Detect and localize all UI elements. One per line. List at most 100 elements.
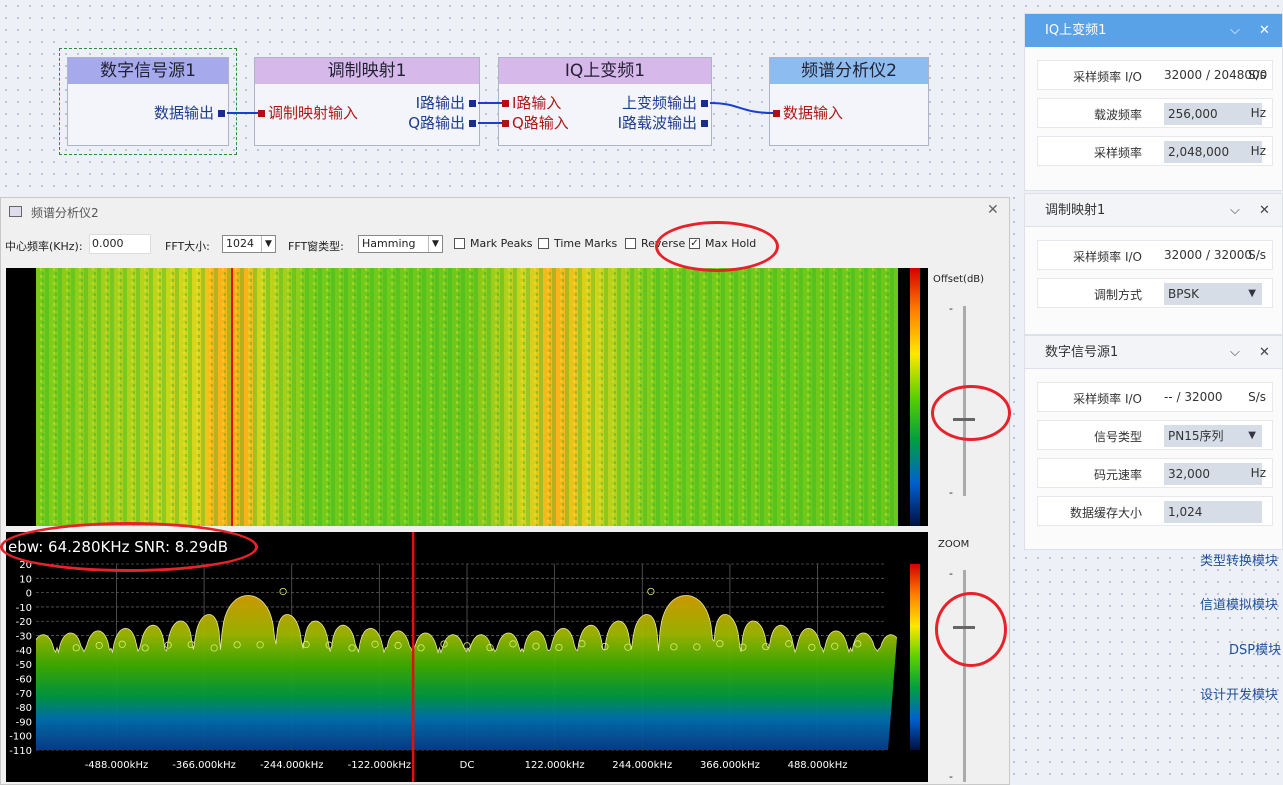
panel-modulation-map: 调制映射1 ⌵ ✕ 采样频率 I/O 32000 / 32000 S/s 调制方… [1024,193,1283,335]
x-tick-label: -244.000kHz [260,760,324,771]
close-icon[interactable]: ✕ [1259,194,1270,227]
sample-rate-input[interactable]: 2,048,000 [1164,141,1262,163]
center-freq-value: 0.000 [92,237,124,250]
panel-iq-upconverter: IQ上变频1 ⌵ ✕ 采样频率 I/O 32000 / 2048000 S/s … [1024,13,1283,191]
chevron-down-icon[interactable]: ⌵ [1230,336,1240,369]
panel-header[interactable]: IQ上变频1 ⌵ ✕ [1025,14,1282,47]
prop-label: 数据缓存大小 [1069,506,1142,520]
fft-size-value: 1024 [226,237,254,250]
zoom-tick-top: - [949,567,953,580]
close-icon[interactable]: ✕ [987,202,999,218]
panel-header[interactable]: 调制映射1 ⌵ ✕ [1025,194,1282,227]
y-tick-label: 10 [19,574,32,585]
module-type-conversion[interactable]: 类型转换模块 [1200,550,1278,569]
modulation-value: BPSK [1168,287,1199,301]
y-tick-label: -20 [16,617,32,628]
y-tick-label: -50 [16,660,32,671]
prop-unit: Hz [1250,144,1266,158]
y-tick-label: -60 [16,674,32,685]
prop-value: 32000 / 32000 [1164,248,1253,262]
prop-row: 码元速率 32,000 Hz [1037,458,1273,488]
prop-label: 采样频率 [1093,146,1142,160]
chevron-down-icon: ▼ [261,236,275,252]
flow-connections [227,102,774,124]
prop-label: 调制方式 [1093,288,1142,302]
symbol-rate-input[interactable]: 32,000 [1164,463,1262,485]
offset-label: Offset(dB) [933,274,985,285]
prop-unit: S/s [1248,248,1266,262]
close-icon[interactable]: ✕ [1259,14,1270,47]
spectrum-fill [36,595,897,750]
window-title: 频谱分析仪2 [31,206,99,220]
panel-header[interactable]: 数字信号源1 ⌵ ✕ [1025,336,1282,369]
prop-row: 调制方式 BPSK ▼ [1037,278,1273,308]
prop-label: 采样频率 I/O [1073,250,1142,264]
module-dsp[interactable]: DSP模块 [1229,639,1281,658]
prop-row: 信号类型 PN15序列 ▼ [1037,420,1273,450]
fft-size-label: FFT大小: [165,240,210,253]
prop-label: 信号类型 [1093,430,1142,444]
center-freq-input[interactable]: 0.000 [89,234,151,254]
y-tick-label: -40 [16,646,32,657]
center-freq-label: 中心频率(KHz): [5,240,83,253]
mark-peaks-checkbox[interactable] [454,238,465,249]
prop-label: 码元速率 [1093,468,1142,482]
prop-row: 载波频率 256,000 Hz [1037,98,1273,128]
y-tick-label: -30 [16,632,32,643]
x-tick-label: 488.000kHz [788,760,848,771]
prop-row: 采样频率 I/O -- / 32000 S/s [1037,382,1273,412]
panel-title: 调制映射1 [1045,203,1106,218]
waterfall-display[interactable] [6,268,928,526]
time-marks-checkbox[interactable] [538,238,549,249]
waterfall-plot [36,268,898,526]
prop-value: -- / 32000 [1164,390,1223,404]
prop-row: 采样频率 I/O 32000 / 2048000 S/s [1037,60,1273,90]
close-icon[interactable]: ✕ [1259,336,1270,369]
max-hold-marker [279,587,287,596]
zoom-tick-bottom: - [949,770,953,783]
annotation-offset-slider [931,385,1011,441]
fft-window-select[interactable]: Hamming ▼ [358,235,443,253]
x-tick-label: 366.000kHz [700,760,760,771]
chevron-down-icon[interactable]: ⌵ [1230,194,1240,227]
prop-label: 采样频率 I/O [1073,392,1142,406]
module-channel-sim[interactable]: 信道模拟模块 [1200,594,1278,613]
y-tick-label: -100 [9,732,32,743]
signal-type-select[interactable]: PN15序列 ▼ [1164,425,1262,447]
x-tick-label: 122.000kHz [525,760,585,771]
module-design-dev[interactable]: 设计开发模块 [1200,684,1278,703]
fft-window-value: Hamming [362,237,416,250]
fft-size-select[interactable]: 1024 ▼ [222,235,276,253]
buffer-size-input[interactable]: 1,024 [1164,501,1262,523]
chevron-down-icon: ▼ [1248,430,1256,441]
y-tick-label: -110 [9,746,32,757]
prop-row: 采样频率 2,048,000 Hz [1037,136,1273,166]
zoom-label: ZOOM [938,539,970,550]
y-tick-label: -90 [16,717,32,728]
prop-label: 载波频率 [1093,108,1142,122]
chevron-down-icon[interactable]: ⌵ [1230,14,1240,47]
spectrum-colorbar [910,564,920,750]
fft-window-label: FFT窗类型: [288,240,344,253]
spectrum-analyzer-window: 频谱分析仪2 ✕ 中心频率(KHz): 0.000 FFT大小: 1024 ▼ F… [0,197,1010,785]
reverse-checkbox[interactable] [625,238,636,249]
chevron-down-icon: ▼ [1248,288,1256,299]
annotation-measurement [0,522,258,572]
x-tick-label: -122.000kHz [348,760,412,771]
prop-label: 采样频率 I/O [1073,70,1142,84]
waterfall-colorbar [910,268,920,526]
y-tick-label: -10 [16,603,32,614]
wire-upconvert-to-analyzer [709,102,774,114]
mark-peaks-label: Mark Peaks [470,237,533,250]
time-marks-label: Time Marks [554,237,618,250]
annotation-zoom-slider [935,592,1007,667]
offset-tick-top: - [949,302,953,315]
prop-row: 数据缓存大小 1,024 [1037,496,1273,526]
modulation-select[interactable]: BPSK ▼ [1164,283,1262,305]
max-hold-marker [647,587,655,596]
panel-title: 数字信号源1 [1045,345,1119,360]
window-icon [9,206,22,217]
prop-unit: Hz [1250,106,1266,120]
carrier-freq-input[interactable]: 256,000 [1164,103,1262,125]
chevron-down-icon: ▼ [428,236,442,252]
